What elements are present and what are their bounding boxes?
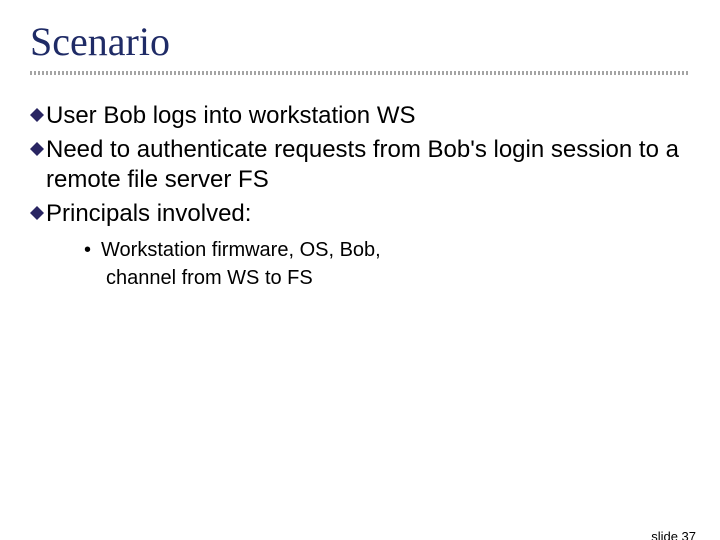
diamond-icon xyxy=(30,108,44,122)
sub-bullet-list: • Workstation firmware, OS, Bob, channel… xyxy=(84,237,690,291)
bullet-dot-icon: • xyxy=(84,237,91,263)
bullet-text: Principals involved: xyxy=(46,199,251,229)
bullet-text: User Bob logs into workstation WS xyxy=(46,101,415,131)
bullet-item: User Bob logs into workstation WS xyxy=(30,101,690,131)
bullet-item: Principals involved: xyxy=(30,199,690,229)
slide-number: slide 37 xyxy=(651,529,696,540)
diamond-icon xyxy=(30,142,44,156)
diamond-icon xyxy=(30,206,44,220)
bullet-text: Need to authenticate requests from Bob's… xyxy=(46,135,690,195)
sub-bullet-item: • Workstation firmware, OS, Bob, xyxy=(84,237,690,263)
sub-bullet-text: Workstation firmware, OS, Bob, xyxy=(101,237,381,263)
title-underline xyxy=(30,71,690,75)
slide: Scenario User Bob logs into workstation … xyxy=(0,18,720,540)
slide-title: Scenario xyxy=(30,18,720,65)
slide-body: User Bob logs into workstation WS Need t… xyxy=(30,101,690,291)
sub-bullet-text-continuation: channel from WS to FS xyxy=(106,265,690,291)
bullet-item: Need to authenticate requests from Bob's… xyxy=(30,135,690,195)
